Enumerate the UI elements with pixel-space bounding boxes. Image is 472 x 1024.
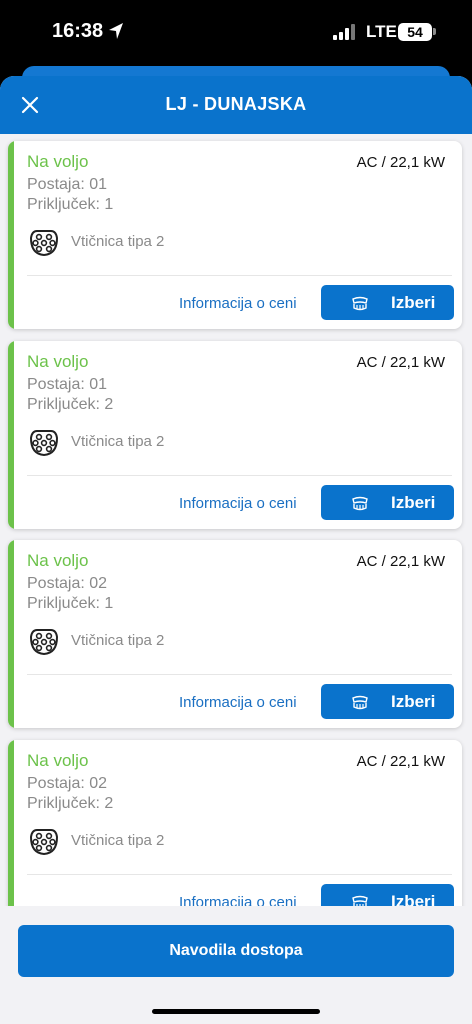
- type2-plug-icon: [29, 829, 59, 856]
- status-label: Na voljo: [27, 152, 89, 171]
- status-label: Na voljo: [27, 751, 89, 770]
- price-info-link[interactable]: Informacija o ceni: [179, 495, 297, 512]
- charger-sheet: LJ - DUNAJSKA Na voljo AC / 22,1 kW Post…: [0, 76, 472, 1024]
- select-button[interactable]: Izberi: [321, 285, 454, 320]
- card-divider: [27, 874, 452, 875]
- battery-icon: 54: [398, 23, 432, 41]
- type2-plug-icon: [29, 230, 59, 257]
- select-button[interactable]: Izberi: [321, 684, 454, 719]
- station-label: Postaja: 01: [27, 176, 108, 193]
- availability-bar: [8, 540, 14, 728]
- card-divider: [27, 275, 452, 276]
- price-info-link[interactable]: Informacija o ceni: [179, 894, 297, 906]
- status-time: 16:38: [52, 20, 104, 42]
- connector-card: Na voljo AC / 22,1 kW Postaja: 02 Priklj…: [8, 740, 462, 906]
- power-label: AC / 22,1 kW: [356, 753, 445, 770]
- select-button[interactable]: Izberi: [321, 485, 454, 520]
- page-title: LJ - DUNAJSKA: [165, 94, 307, 114]
- station-label: Postaja: 01: [27, 376, 108, 393]
- status-label: Na voljo: [27, 352, 89, 371]
- power-label: AC / 22,1 kW: [356, 154, 445, 171]
- station-label: Postaja: 02: [27, 575, 108, 592]
- power-label: AC / 22,1 kW: [356, 553, 445, 570]
- card-divider: [27, 674, 452, 675]
- plug-type-label: Vtičnica tipa 2: [71, 632, 165, 649]
- power-label: AC / 22,1 kW: [356, 354, 445, 371]
- signal-icon: [333, 24, 355, 40]
- select-button-label: Izberi: [391, 892, 436, 906]
- select-button-label: Izberi: [391, 493, 436, 512]
- status-label: Na voljo: [27, 551, 89, 570]
- battery-cap: [433, 28, 436, 35]
- availability-bar: [8, 141, 14, 329]
- connector-label: Priključek: 1: [27, 595, 114, 612]
- sheet-header: LJ - DUNAJSKA: [0, 76, 472, 134]
- connector-card: Na voljo AC / 22,1 kW Postaja: 01 Priklj…: [8, 341, 462, 529]
- connector-card: Na voljo AC / 22,1 kW Postaja: 01 Priklj…: [8, 141, 462, 329]
- connector-icon: [352, 296, 368, 311]
- connector-card: Na voljo AC / 22,1 kW Postaja: 02 Priklj…: [8, 540, 462, 728]
- station-label: Postaja: 02: [27, 775, 108, 792]
- location-arrow-icon: [109, 23, 123, 39]
- card-divider: [27, 475, 452, 476]
- select-button-label: Izberi: [391, 692, 436, 711]
- status-bar: 16:38 LTE 54: [0, 0, 472, 64]
- connector-label: Priključek: 2: [27, 396, 114, 413]
- connector-label: Priključek: 2: [27, 795, 114, 812]
- select-button-label: Izberi: [391, 293, 436, 312]
- network-label: LTE: [366, 22, 397, 41]
- connector-icon: [352, 895, 368, 906]
- type2-plug-icon: [29, 430, 59, 457]
- availability-bar: [8, 740, 14, 906]
- plug-type-label: Vtičnica tipa 2: [71, 832, 165, 849]
- plug-type-label: Vtičnica tipa 2: [71, 433, 165, 450]
- home-indicator: [152, 1009, 320, 1014]
- connector-icon: [352, 496, 368, 511]
- price-info-link[interactable]: Informacija o ceni: [179, 694, 297, 711]
- connector-list[interactable]: Na voljo AC / 22,1 kW Postaja: 01 Priklj…: [0, 134, 472, 906]
- connector-label: Priključek: 1: [27, 196, 114, 213]
- price-info-link[interactable]: Informacija o ceni: [179, 295, 297, 312]
- plug-type-label: Vtičnica tipa 2: [71, 233, 165, 250]
- access-instructions-button[interactable]: Navodila dostopa: [18, 925, 454, 977]
- select-button[interactable]: Izberi: [321, 884, 454, 906]
- availability-bar: [8, 341, 14, 529]
- type2-plug-icon: [29, 629, 59, 656]
- connector-icon: [352, 695, 368, 710]
